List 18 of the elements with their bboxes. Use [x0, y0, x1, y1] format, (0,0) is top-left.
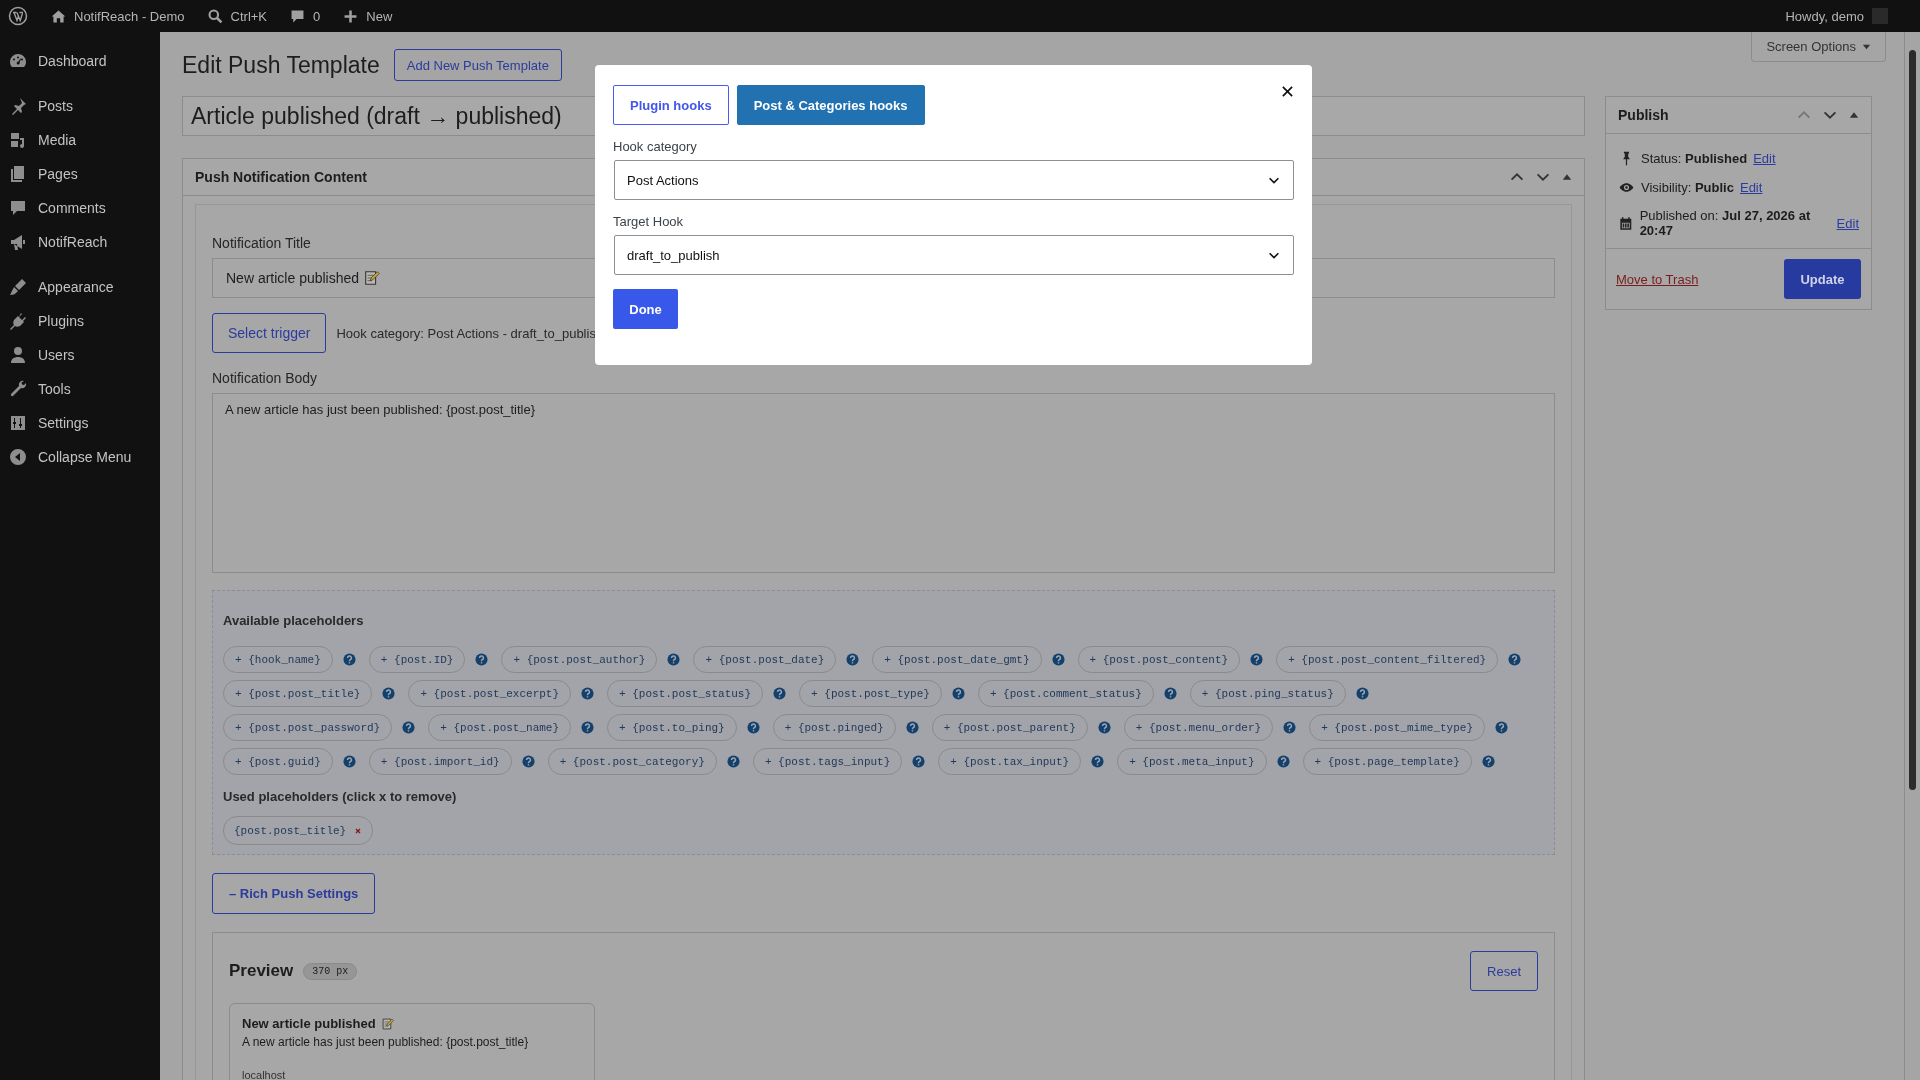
- preview-origin: localhost: [242, 1069, 287, 1080]
- publish-info: Status: Published: [1641, 151, 1748, 166]
- preview-heading: Preview: [229, 961, 294, 981]
- preview-body: A new article has just been published: {post.post_title}: [242, 1035, 530, 1049]
- panel-title: Publish: [1618, 107, 1669, 123]
- trigger-info: Hook category: Post Actions - draft_to_publis: [336, 325, 596, 341]
- field-label: Hook category: [613, 139, 698, 154]
- publish-info: Visibility: Public: [1641, 180, 1734, 195]
- field-label: Notification Body: [212, 370, 319, 386]
- width-badge: 370 px: [303, 962, 358, 980]
- placeholders-heading: Available placeholders: [223, 613, 365, 628]
- page-heading: Edit Push Template: [182, 51, 380, 79]
- preview-title: New article published: [242, 1016, 376, 1031]
- panel-title: Push Notification Content: [195, 169, 367, 185]
- used-placeholders-heading: Used placeholders (click x to remove): [223, 789, 458, 804]
- field-label: Target Hook: [613, 214, 685, 229]
- publish-info: Published on: Jul 27, 2026 at 20:47: [1639, 208, 1812, 238]
- field-label: Notification Title: [212, 235, 312, 251]
